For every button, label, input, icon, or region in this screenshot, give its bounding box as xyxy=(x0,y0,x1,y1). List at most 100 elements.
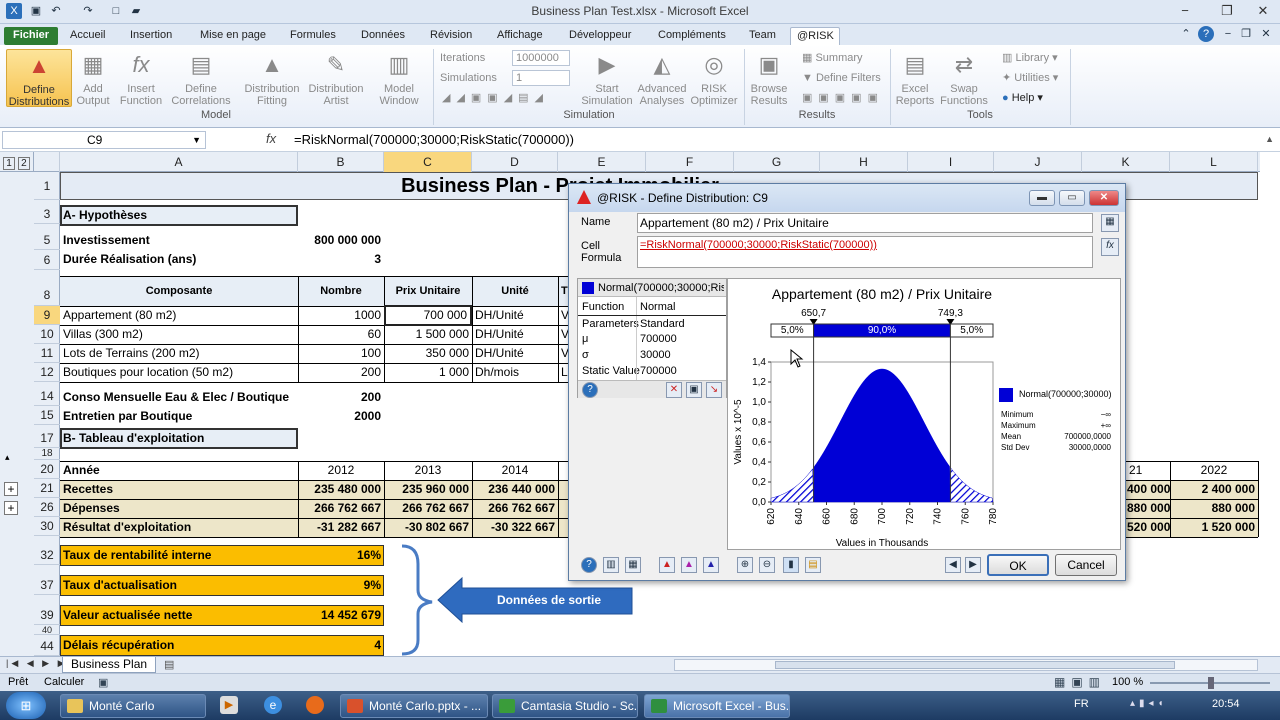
table-cell[interactable]: 60 xyxy=(298,325,384,344)
table-cell[interactable]: 1000 xyxy=(298,306,384,325)
output-value[interactable]: 9% xyxy=(298,576,384,595)
table-header[interactable]: Unité xyxy=(472,282,558,301)
year-header[interactable]: 2013 xyxy=(384,461,472,480)
taskbar-item[interactable]: Camtasia Studio - Sc... xyxy=(492,694,638,718)
define-distributions-button[interactable]: ▲ Define Distributions xyxy=(6,49,72,108)
restore-icon[interactable]: ❐ xyxy=(1214,2,1240,20)
column-header[interactable]: J xyxy=(994,152,1082,172)
help-icon[interactable]: ? xyxy=(581,557,597,573)
table-cell[interactable]: 236 440 000 xyxy=(472,480,558,499)
browse-results-button[interactable]: ▣ Browse Results xyxy=(748,49,790,107)
table-cell[interactable]: 880 000 xyxy=(1170,499,1258,518)
row-header[interactable]: 10 xyxy=(34,325,60,344)
output-value[interactable]: 4 xyxy=(298,636,384,655)
blue-distribution-icon[interactable]: ▲ xyxy=(703,557,719,573)
tab-formules[interactable]: Formules xyxy=(284,27,342,45)
column-header[interactable]: A xyxy=(60,152,298,172)
table-cell[interactable]: 1 520 000 xyxy=(1170,518,1258,537)
tab-mise-en-page[interactable]: Mise en page xyxy=(194,27,272,45)
close-icon[interactable]: ✕ xyxy=(1250,2,1276,20)
row-header[interactable]: 12 xyxy=(34,363,60,382)
row-header[interactable]: 5 xyxy=(34,230,60,250)
column-header[interactable]: G xyxy=(734,152,820,172)
row-header[interactable]: 1 xyxy=(34,172,60,200)
param-value[interactable]: 30000 xyxy=(640,347,671,363)
distribution-fitting-button[interactable]: ▲ Distribution Fitting xyxy=(240,49,304,107)
table-cell[interactable]: 266 762 667 xyxy=(472,499,558,518)
table-cell[interactable]: DH/Unité xyxy=(472,306,558,325)
row-header[interactable]: 20 xyxy=(34,460,60,479)
table-cell[interactable]: -30 322 667 xyxy=(472,518,558,537)
table-header[interactable]: Nombre xyxy=(298,282,384,301)
view-buttons[interactable]: ▦▣▥ xyxy=(1054,675,1106,689)
tab-developpeur[interactable]: Développeur xyxy=(563,27,637,45)
output-value[interactable]: 16% xyxy=(298,546,384,565)
tab-accueil[interactable]: Accueil xyxy=(64,27,111,45)
table-cell[interactable]: 266 762 667 xyxy=(384,499,472,518)
column-header[interactable]: F xyxy=(646,152,734,172)
resultat-label[interactable]: Résultat d'exploitation xyxy=(60,518,298,537)
row-header[interactable]: 18 xyxy=(34,448,60,460)
column-header[interactable]: H xyxy=(820,152,908,172)
expand-formula-icon[interactable]: ▲ xyxy=(1265,134,1274,144)
ie-icon[interactable]: e xyxy=(264,696,282,714)
table-row[interactable]: Villas (300 m2) xyxy=(60,325,298,344)
fx-icon[interactable]: fx xyxy=(266,131,276,146)
table-row[interactable]: Appartement (80 m2) xyxy=(60,306,298,325)
fx-icon[interactable]: fx xyxy=(1101,238,1119,256)
output-label[interactable]: Délais récupération xyxy=(60,636,310,655)
define-correlations-button[interactable]: ▤ Define Correlations xyxy=(170,49,232,107)
risk-optimizer-button[interactable]: ◎ RISK Optimizer xyxy=(690,49,738,107)
row-header[interactable]: 21 xyxy=(34,479,60,498)
summary-button[interactable]: ▦ Summary xyxy=(802,51,863,65)
table-cell[interactable]: 266 762 667 xyxy=(298,499,384,518)
output-label[interactable]: Taux de rentabilité interne xyxy=(60,546,310,565)
add-output-button[interactable]: ▦ Add Output xyxy=(74,49,112,107)
delete-icon[interactable]: ✕ xyxy=(666,382,682,398)
workbook-minimize-icon[interactable]: − xyxy=(1220,26,1236,42)
model-window-button[interactable]: ▥ Model Window xyxy=(372,49,426,107)
previous-arrow-icon[interactable]: ◀ xyxy=(945,557,961,573)
workbook-restore-icon[interactable]: ❐ xyxy=(1238,26,1254,42)
minimize-icon[interactable]: − xyxy=(1172,2,1198,20)
data-icon[interactable]: ▮ xyxy=(783,557,799,573)
zoom-slider-thumb[interactable] xyxy=(1208,677,1214,689)
language-indicator[interactable]: FR xyxy=(1074,698,1089,710)
table-cell[interactable]: 235 480 000 xyxy=(298,480,384,499)
scroll-thumb[interactable] xyxy=(775,661,1175,669)
table-cell[interactable]: 400 000 xyxy=(1124,480,1170,499)
library-button[interactable]: ▥ Library ▾ xyxy=(1002,51,1058,65)
row-header[interactable]: 8 xyxy=(34,276,60,306)
table-row[interactable]: Lots de Terrains (200 m2) xyxy=(60,344,298,363)
table-row[interactable]: Boutiques pour location (50 m2) xyxy=(60,363,298,382)
distribution-tab[interactable]: Normal(700000;30000;RiskS xyxy=(578,279,726,297)
utilities-button[interactable]: ✦ Utilities ▾ xyxy=(1002,71,1058,85)
ok-button[interactable]: OK xyxy=(987,554,1049,576)
tab-affichage[interactable]: Affichage xyxy=(491,27,549,45)
section-hypotheses[interactable]: A- Hypothèses xyxy=(60,206,298,225)
ribbon-collapse-icon[interactable]: ⌃ xyxy=(1178,26,1194,42)
row-header[interactable]: 26 xyxy=(34,498,60,517)
outline-level-buttons[interactable]: 1 2 xyxy=(0,152,34,172)
year-header[interactable]: 2014 xyxy=(472,461,558,480)
chart-type-icon[interactable]: ▥ xyxy=(603,557,619,573)
row-header[interactable]: 3 xyxy=(34,204,60,224)
help-button[interactable]: ● Help ▾ xyxy=(1002,91,1043,105)
column-header[interactable]: L xyxy=(1170,152,1258,172)
entretien-value[interactable]: 2000 xyxy=(298,407,384,426)
column-header[interactable]: I xyxy=(908,152,994,172)
row-header[interactable]: 17 xyxy=(34,429,60,448)
sheet-tab-business-plan[interactable]: Business Plan xyxy=(62,657,157,673)
dialog-maximize-icon[interactable]: ▭ xyxy=(1059,190,1085,206)
row-header[interactable]: 9 xyxy=(34,306,60,325)
cell-formula-input[interactable]: =RiskNormal(700000;30000;RiskStatic(7000… xyxy=(637,236,1093,268)
annee-label[interactable]: Année xyxy=(60,461,298,480)
tab-revision[interactable]: Révision xyxy=(424,27,478,45)
define-filters-button[interactable]: ▼ Define Filters xyxy=(802,71,881,85)
horizontal-scrollbar[interactable] xyxy=(674,659,1258,671)
year-header[interactable]: 2022 xyxy=(1170,461,1258,480)
macro-record-icon[interactable]: ▣ xyxy=(98,676,108,689)
row-header[interactable]: 30 xyxy=(34,517,60,536)
conso-value[interactable]: 200 xyxy=(298,388,384,407)
tab-team[interactable]: Team xyxy=(743,27,782,45)
